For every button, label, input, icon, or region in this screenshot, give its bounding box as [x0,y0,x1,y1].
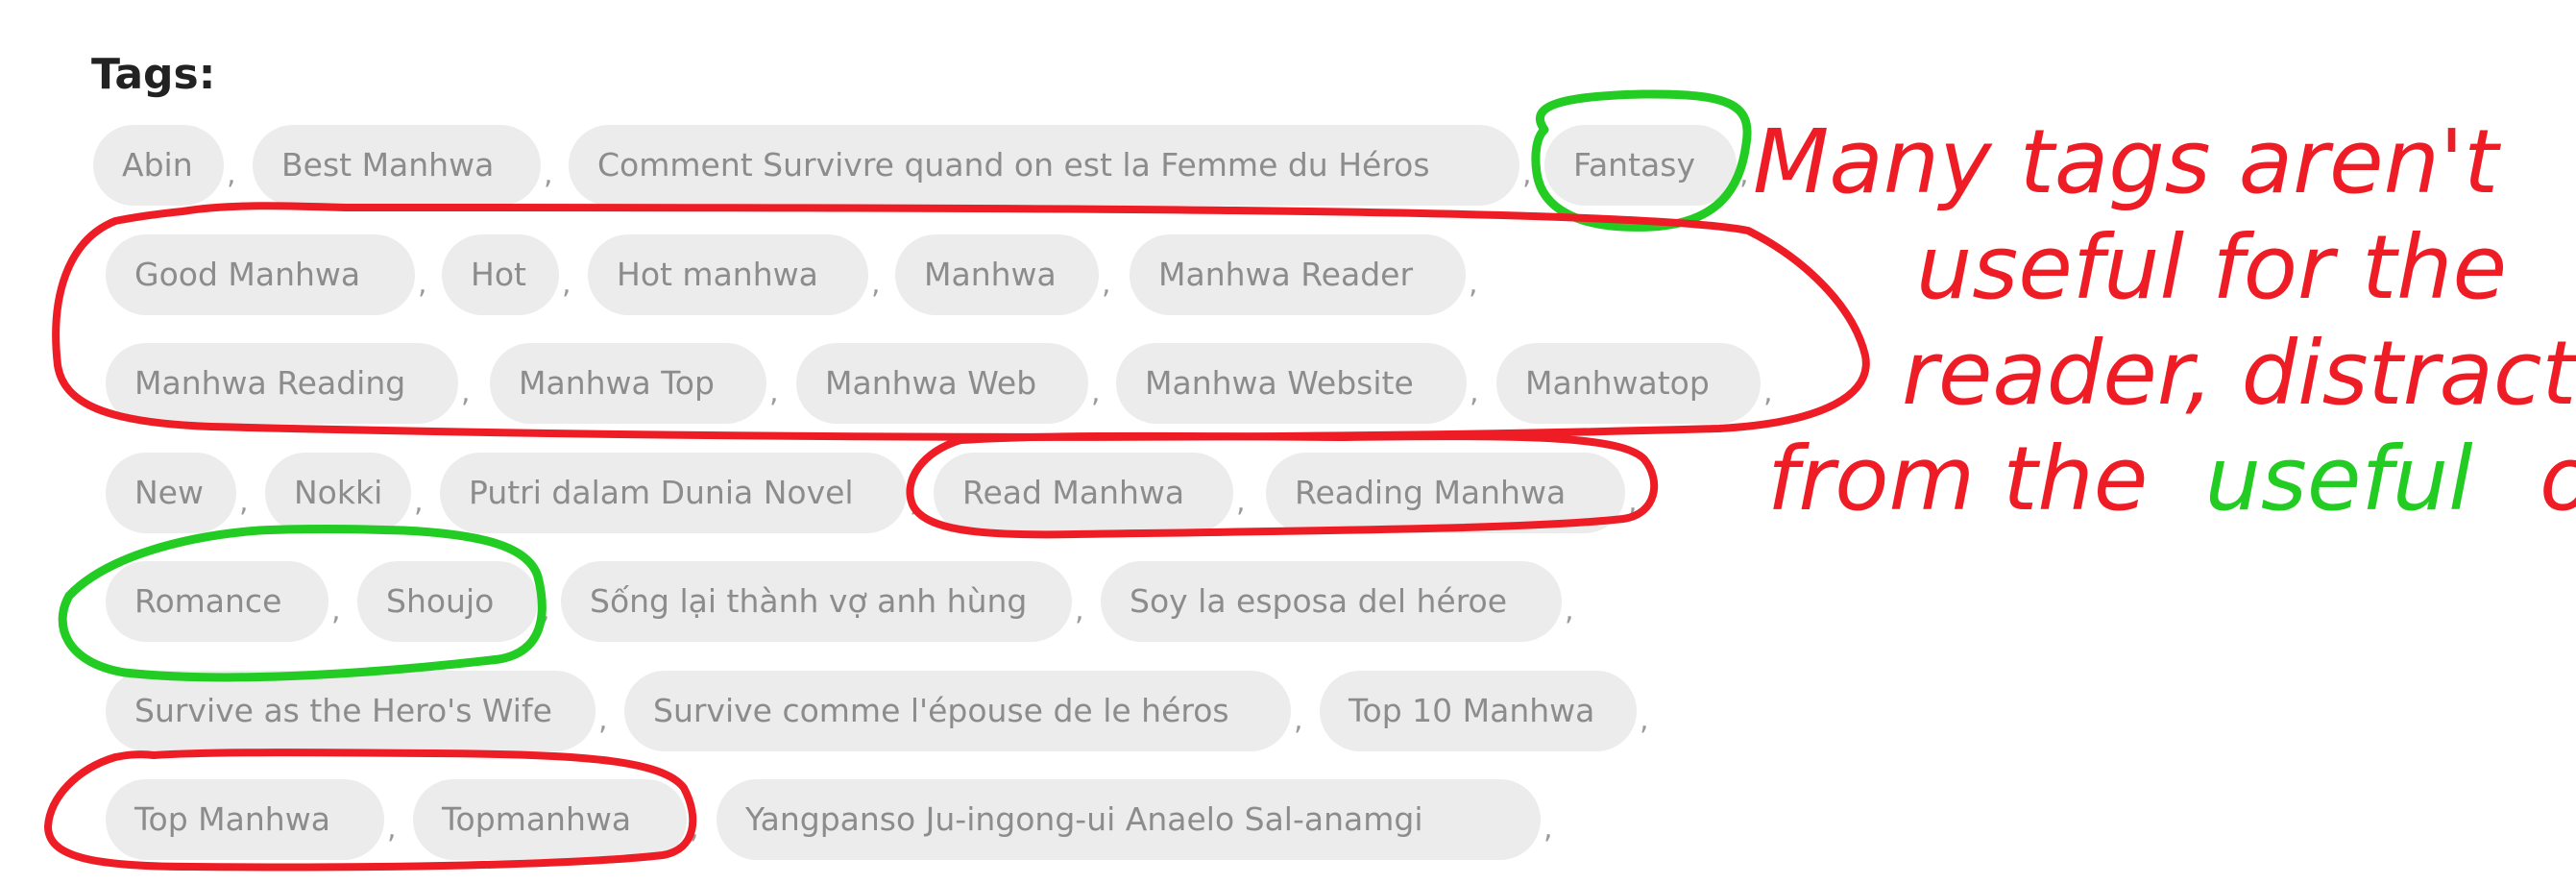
tag-chip[interactable]: Romance [106,561,328,642]
tag-chip[interactable]: Top 10 Manhwa [1320,671,1637,751]
tag-chip[interactable]: Nokki [265,453,411,533]
tag-separator: , [1469,267,1478,301]
tag-chip[interactable]: Hot manhwa [588,234,868,315]
tag-separator: , [1565,594,1574,627]
tag-chip[interactable]: Best Manhwa [253,125,541,206]
tag-separator: , [227,158,236,191]
tag-separator: , [562,267,571,301]
tag-chip[interactable]: Manhwa Web [796,343,1088,424]
tag-separator: , [1236,485,1246,519]
tag-separator: , [418,267,427,301]
tag-chip[interactable]: Survive as the Hero's Wife [106,671,595,751]
tag-chip[interactable]: Soy la esposa del héroe [1101,561,1562,642]
tag-separator: , [1522,158,1532,191]
tag-chip[interactable]: Putri dalam Dunia Novel [440,453,907,533]
tag-separator: , [871,267,881,301]
tag-separator: , [1640,703,1649,737]
tag-chip[interactable]: New [106,453,236,533]
tag-separator: , [1543,812,1553,846]
tag-separator: , [239,485,249,519]
annotation-emphasis: useful [2205,428,2474,530]
tag-chip[interactable]: Manhwa Top [490,343,766,424]
tag-chip[interactable]: Top Manhwa [106,779,384,860]
tag-chip[interactable]: Manhwa [895,234,1099,315]
tag-chip[interactable]: Abin [93,125,224,206]
annotation-line: reader, distracting [1902,322,2576,425]
tag-chip[interactable]: Fantasy [1544,125,1737,206]
tag-chip[interactable]: Sống lại thành vợ anh hùng [561,561,1072,642]
tag-separator: , [414,485,424,519]
tag-separator: , [461,376,471,409]
tag-separator: , [690,812,699,846]
tag-chip[interactable]: Comment Survivre quand on est la Femme d… [569,125,1519,206]
tag-separator: , [1294,703,1303,737]
tag-separator: , [910,485,919,519]
tag-chip[interactable]: Reading Manhwa [1266,453,1625,533]
tags-heading: Tags: [91,50,216,99]
tag-separator: , [598,703,608,737]
tag-separator: , [387,812,397,846]
tag-chip[interactable]: Manhwatop [1496,343,1761,424]
tag-chip[interactable]: Yangpanso Ju-ingong-ui Anaelo Sal-anamgi [717,779,1541,860]
tag-chip[interactable]: Read Manhwa [934,453,1233,533]
tag-chip[interactable]: Topmanhwa [413,779,687,860]
tag-chip[interactable]: Shoujo [357,561,538,642]
annotation-line: Many tags aren't [1753,110,2501,213]
tag-separator: , [541,594,550,627]
annotation-text: ones [2540,428,2576,530]
tag-chip[interactable]: Good Manhwa [106,234,415,315]
tag-separator: , [1470,376,1479,409]
tag-separator: , [1091,376,1101,409]
annotation-text: from the [1767,428,2148,530]
tag-separator: , [1102,267,1111,301]
tag-separator: , [544,158,553,191]
tag-chip[interactable]: Survive comme l'épouse de le héros [624,671,1291,751]
tag-separator: , [1739,158,1749,191]
tag-chip[interactable]: Manhwa Reading [106,343,458,424]
annotation-line: from the useful ones [1767,428,2576,530]
tag-chip[interactable]: Hot [442,234,559,315]
tag-separator: , [769,376,779,409]
tag-separator: , [1075,594,1084,627]
tag-chip[interactable]: Manhwa Reader [1130,234,1466,315]
tag-chip[interactable]: Manhwa Website [1116,343,1467,424]
tag-separator: , [1763,376,1773,409]
annotation-line: useful for the [1916,216,2507,319]
tag-separator: , [1628,485,1638,519]
tag-separator: , [331,594,341,627]
